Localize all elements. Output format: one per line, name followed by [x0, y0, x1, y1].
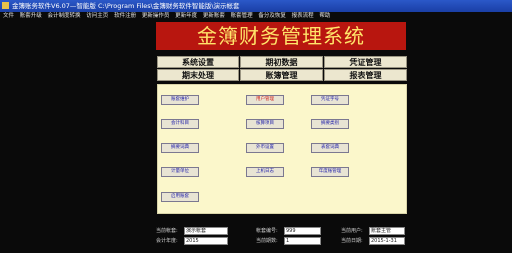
account-set-maintenance-button[interactable]: 账套维护 [161, 95, 199, 105]
app-banner: 金簿财务管理系统 [156, 22, 406, 50]
current-date-value: 2015-1-31 [369, 237, 405, 245]
tab-period-end[interactable]: 期末处理 [157, 69, 239, 81]
menu-bar: 文件 账套升级 会计制度转换 访问主页 软件注册 更新操作员 更新年度 更新账套… [0, 12, 512, 21]
tab-voucher-management[interactable]: 凭证管理 [324, 56, 407, 68]
tab-system-settings[interactable]: 系统设置 [157, 56, 239, 68]
tab-report-management[interactable]: 报表管理 [324, 69, 407, 81]
current-account-set-label: 当前帐套: [156, 228, 178, 234]
annual-ledger-button[interactable]: 年度账管理 [311, 167, 349, 177]
voucher-number-button[interactable]: 凭证字号 [311, 95, 349, 105]
window-title-bar: 金簿账务软件V6.07—智能版 C:\Program Files\金簿财务软件智… [0, 0, 512, 12]
current-date-label: 当前日期: [341, 238, 363, 244]
tab-ledger-management[interactable]: 账簿管理 [240, 69, 323, 81]
app-icon [2, 2, 9, 9]
fiscal-year-label: 会计年度: [156, 238, 178, 244]
menu-register[interactable]: 软件注册 [114, 13, 136, 19]
window-title: 金簿账务软件V6.07—智能版 C:\Program Files\金簿财务软件智… [12, 2, 240, 10]
accounting-items-button[interactable]: 核算项目 [246, 119, 284, 129]
table-dictionary-button[interactable]: 表套词典 [311, 143, 349, 153]
menu-file[interactable]: 文件 [3, 13, 14, 19]
fiscal-year-value: 2015 [184, 237, 228, 245]
tab-opening-data[interactable]: 期初数据 [240, 56, 323, 68]
menu-account-upgrade[interactable]: 账套升级 [20, 13, 42, 19]
current-period-label: 当前期数: [256, 238, 278, 244]
user-management-button[interactable]: 用户管理 [246, 95, 284, 105]
menu-change-year[interactable]: 更新年度 [175, 13, 197, 19]
menu-help[interactable]: 帮助 [319, 13, 330, 19]
account-number-label: 帐套编号: [256, 228, 278, 234]
menu-account-set-manage[interactable]: 账套管理 [231, 13, 253, 19]
menu-visit-homepage[interactable]: 访问主页 [86, 13, 108, 19]
account-number-value: 999 [284, 227, 321, 235]
system-settings-panel: 账套维护 用户管理 凭证字号 会计科目 核算项目 摘要类别 摘要词典 外币设置 … [157, 84, 407, 214]
current-user-value: 账套主管 [369, 227, 405, 235]
current-period-value: 1 [284, 237, 321, 245]
current-account-set-value: 演示帐套 [184, 227, 228, 235]
summary-category-button[interactable]: 摘要类别 [311, 119, 349, 129]
accounting-subjects-button[interactable]: 会计科目 [161, 119, 199, 129]
measurement-unit-button[interactable]: 计量单位 [161, 167, 199, 177]
menu-backup-restore[interactable]: 备分及恢复 [258, 13, 286, 19]
menu-change-operator[interactable]: 更新操作员 [142, 13, 170, 19]
foreign-currency-button[interactable]: 外币设置 [246, 143, 284, 153]
summary-dictionary-button[interactable]: 摘要词典 [161, 143, 199, 153]
menu-change-account-set[interactable]: 更新账套 [203, 13, 225, 19]
menu-report-flow[interactable]: 报表流程 [292, 13, 314, 19]
current-user-label: 当前用户: [341, 228, 363, 234]
enable-account-set-button[interactable]: 启用账套 [161, 192, 199, 202]
operation-log-button[interactable]: 上机日志 [246, 167, 284, 177]
menu-accounting-system-convert[interactable]: 会计制度转换 [48, 13, 81, 19]
